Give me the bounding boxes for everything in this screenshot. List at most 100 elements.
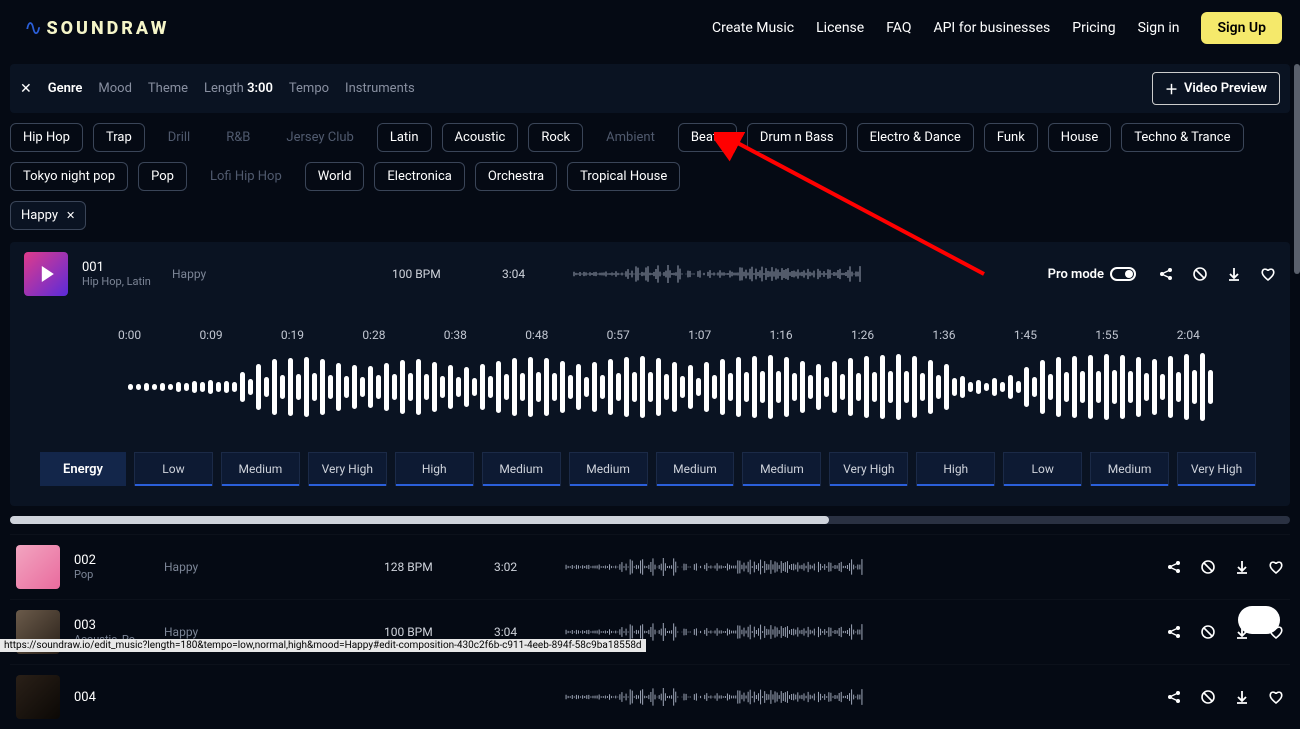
- share-icon[interactable]: [1166, 559, 1182, 575]
- energy-cell[interactable]: Medium: [742, 452, 821, 486]
- energy-cell[interactable]: Medium: [221, 452, 300, 486]
- header: ∿ SOUNDRAW Create Music License FAQ API …: [0, 0, 1300, 56]
- genre-chip[interactable]: Lofi Hip Hop: [197, 162, 295, 191]
- heart-icon[interactable]: [1268, 689, 1284, 705]
- genre-chip[interactable]: World: [305, 162, 365, 191]
- genre-chip[interactable]: Trap: [93, 123, 145, 152]
- track-mood: Happy: [164, 625, 224, 639]
- page-scrollbar[interactable]: [1294, 64, 1300, 274]
- energy-cell[interactable]: Medium: [569, 452, 648, 486]
- energy-cell[interactable]: Medium: [656, 452, 735, 486]
- heart-icon[interactable]: [1268, 559, 1284, 575]
- genre-chip[interactable]: Pop: [138, 162, 187, 191]
- track-id: 002: [74, 553, 144, 568]
- filter-mood[interactable]: Mood: [98, 81, 132, 96]
- timeline-tick: 1:45: [1014, 328, 1037, 342]
- plus-icon: ＋: [1165, 79, 1178, 98]
- genre-chip[interactable]: Techno & Trance: [1121, 123, 1243, 152]
- video-preview-button[interactable]: ＋ Video Preview: [1152, 72, 1280, 105]
- genre-chip[interactable]: Jersey Club: [273, 123, 366, 152]
- track-id: 003: [74, 618, 144, 633]
- genre-chip[interactable]: Electronica: [374, 162, 464, 191]
- top-nav: Create Music License FAQ API for busines…: [712, 12, 1282, 44]
- close-filters-icon[interactable]: ✕: [20, 81, 32, 97]
- download-icon[interactable]: [1234, 689, 1250, 705]
- track-thumbnail[interactable]: [16, 675, 60, 719]
- share-icon[interactable]: [1158, 266, 1174, 282]
- share-icon[interactable]: [1166, 624, 1182, 640]
- regenerate-icon[interactable]: [1200, 559, 1216, 575]
- energy-cell[interactable]: High: [395, 452, 474, 486]
- track-row[interactable]: 002 Pop Happy 128 BPM 3:02: [10, 534, 1290, 599]
- filter-genre[interactable]: Genre: [48, 81, 83, 96]
- genre-chip[interactable]: Hip Hop: [10, 123, 83, 152]
- filter-bar: ✕ Genre Mood Theme Length 3:00 Tempo Ins…: [10, 64, 1290, 113]
- logo[interactable]: ∿ SOUNDRAW: [24, 16, 169, 41]
- download-icon[interactable]: [1234, 559, 1250, 575]
- track-list: 002 Pop Happy 128 BPM 3:02 003 Acoustic,…: [10, 534, 1290, 729]
- selected-mood-chip[interactable]: Happy ✕: [10, 201, 86, 230]
- genre-chip[interactable]: Drum n Bass: [747, 123, 847, 152]
- track-mood: Happy: [172, 267, 232, 281]
- play-icon: [42, 266, 54, 282]
- genre-chip[interactable]: Tropical House: [567, 162, 680, 191]
- track-mini-waveform[interactable]: [572, 262, 862, 286]
- genre-chip[interactable]: Ambient: [593, 123, 668, 152]
- track-row[interactable]: 004: [10, 664, 1290, 729]
- filter-tempo[interactable]: Tempo: [289, 81, 329, 96]
- track-genres: Pop: [74, 568, 144, 581]
- genre-chips: Hip Hop Trap Drill R&B Jersey Club Latin Acous…: [0, 113, 1300, 197]
- track-thumbnail[interactable]: [24, 252, 68, 296]
- energy-cell[interactable]: Medium: [1090, 452, 1169, 486]
- track-genres: Hip Hop, Latin: [82, 275, 152, 288]
- filter-length[interactable]: Length 3:00: [204, 81, 273, 96]
- download-icon[interactable]: [1226, 266, 1242, 282]
- genre-chip[interactable]: Orchestra: [475, 162, 557, 191]
- energy-cell[interactable]: Low: [1003, 452, 1082, 486]
- track-mini-waveform[interactable]: [564, 555, 864, 579]
- energy-cell[interactable]: Very High: [308, 452, 387, 486]
- genre-chip[interactable]: Beats: [678, 123, 737, 152]
- timeline-waveform[interactable]: [40, 352, 1260, 422]
- filter-theme[interactable]: Theme: [148, 81, 188, 96]
- timeline: 0:000:090:190:280:380:480:571:071:161:26…: [20, 312, 1280, 506]
- genre-chip[interactable]: Acoustic: [442, 123, 519, 152]
- regenerate-icon[interactable]: [1192, 266, 1208, 282]
- signup-button[interactable]: Sign Up: [1201, 12, 1282, 44]
- chat-bubble-icon[interactable]: [1238, 606, 1280, 634]
- energy-cell[interactable]: Very High: [1177, 452, 1256, 486]
- genre-chip[interactable]: Rock: [528, 123, 583, 152]
- energy-cell[interactable]: Low: [134, 452, 213, 486]
- energy-cell[interactable]: Very High: [829, 452, 908, 486]
- track-row[interactable]: 003 Acoustic, Po... Happy 100 BPM 3:04: [10, 599, 1290, 664]
- track-mini-waveform[interactable]: [564, 685, 864, 709]
- energy-cell[interactable]: High: [916, 452, 995, 486]
- genre-chip[interactable]: House: [1048, 123, 1111, 152]
- nav-faq[interactable]: FAQ: [886, 20, 911, 36]
- genre-chip[interactable]: Electro & Dance: [857, 123, 974, 152]
- genre-chip[interactable]: Tokyo night pop: [10, 162, 128, 191]
- genre-chip[interactable]: R&B: [213, 123, 263, 152]
- share-icon[interactable]: [1166, 689, 1182, 705]
- energy-cell[interactable]: Medium: [482, 452, 561, 486]
- genre-chip[interactable]: Drill: [155, 123, 203, 152]
- nav-signin[interactable]: Sign in: [1138, 20, 1180, 36]
- energy-scrollbar[interactable]: [10, 516, 1290, 524]
- pro-mode-toggle[interactable]: Pro mode: [1048, 267, 1136, 282]
- timeline-tick: 0:09: [199, 328, 222, 342]
- remove-mood-icon[interactable]: ✕: [66, 209, 75, 222]
- heart-icon[interactable]: [1260, 266, 1276, 282]
- genre-chip[interactable]: Latin: [377, 123, 432, 152]
- nav-create-music[interactable]: Create Music: [712, 20, 794, 36]
- timeline-tick: 0:57: [607, 328, 630, 342]
- nav-api[interactable]: API for businesses: [933, 20, 1050, 36]
- nav-pricing[interactable]: Pricing: [1072, 20, 1115, 36]
- timeline-tick: 2:04: [1177, 328, 1200, 342]
- regenerate-icon[interactable]: [1200, 689, 1216, 705]
- nav-license[interactable]: License: [816, 20, 864, 36]
- regenerate-icon[interactable]: [1200, 624, 1216, 640]
- filter-instruments[interactable]: Instruments: [345, 81, 415, 96]
- timeline-tick: 1:26: [851, 328, 874, 342]
- genre-chip[interactable]: Funk: [984, 123, 1038, 152]
- track-thumbnail[interactable]: [16, 545, 60, 589]
